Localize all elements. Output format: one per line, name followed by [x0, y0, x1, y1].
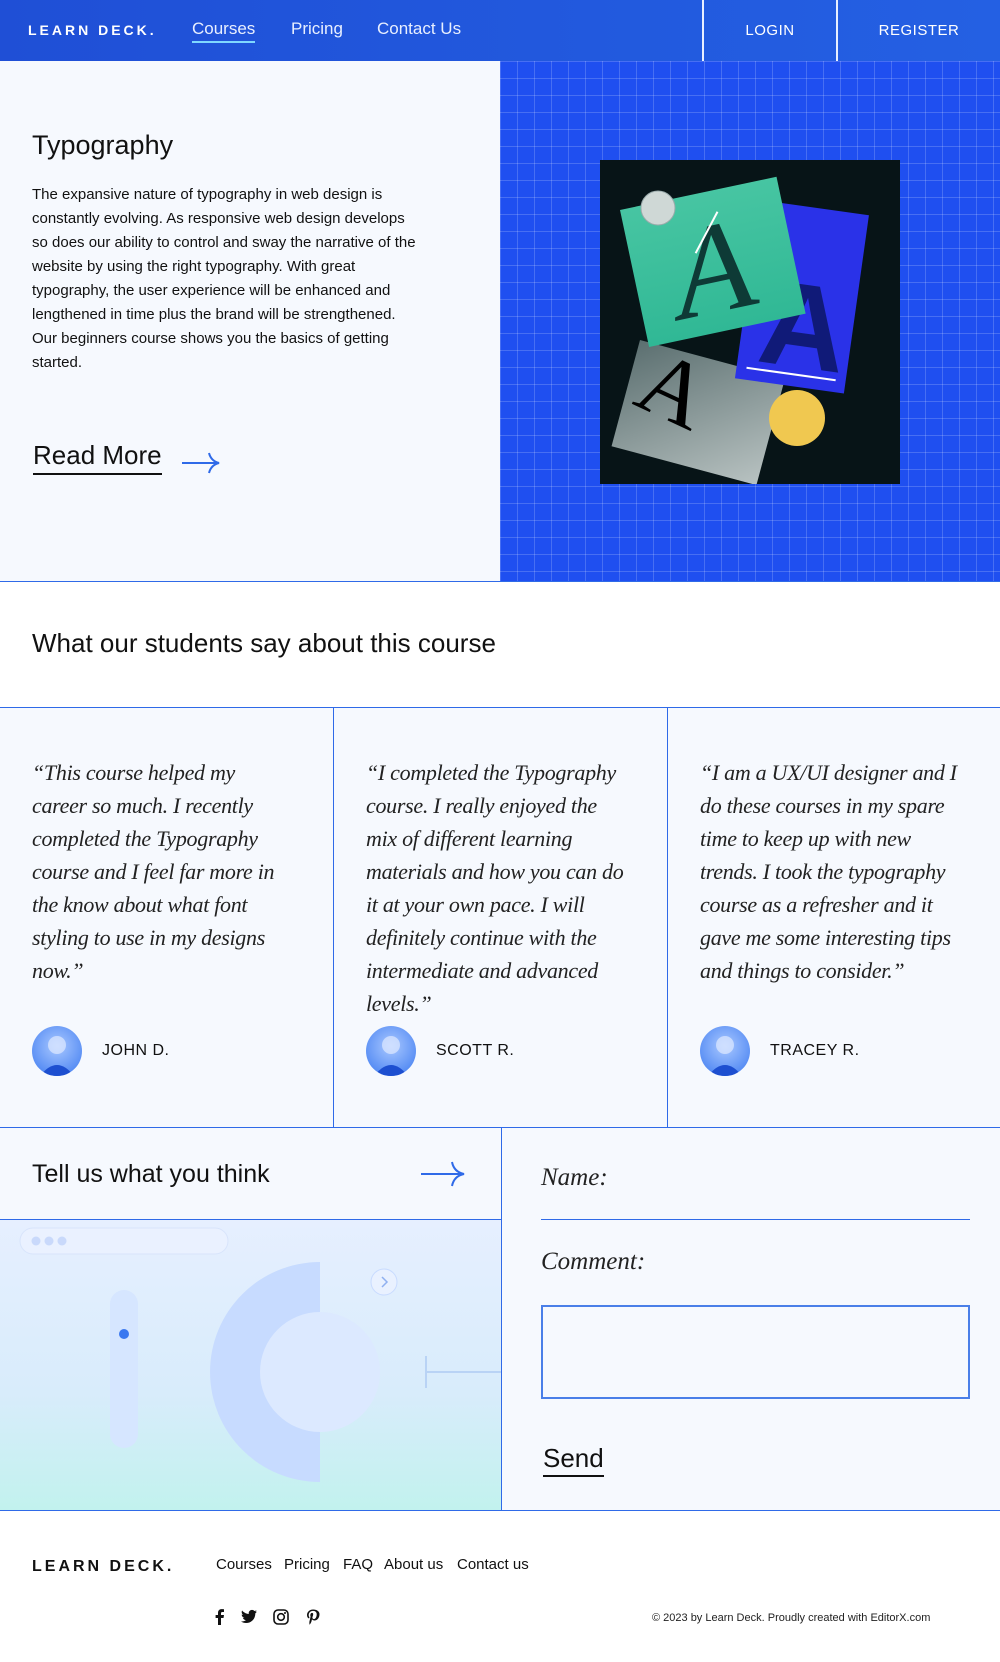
instagram-icon[interactable] [272, 1608, 290, 1626]
nav-courses[interactable]: Courses [192, 19, 256, 43]
avatar [700, 1026, 750, 1076]
testimonial-quote: “I completed the Typography course. I re… [366, 760, 624, 1016]
read-more-link[interactable]: Read More [33, 440, 162, 475]
arrow-right-icon[interactable] [181, 451, 221, 475]
feedback-panel: Tell us what you think [0, 1128, 502, 1511]
typography-artwork: A A A [600, 160, 900, 484]
comment-field[interactable] [541, 1305, 970, 1399]
name-label: Name: [541, 1164, 608, 1191]
testimonial-quote: “I am a UX/UI designer and I do these co… [700, 760, 957, 983]
avatar [366, 1026, 416, 1076]
testimonial-author: JOHN D. [102, 1042, 170, 1059]
avatar [32, 1026, 82, 1076]
facebook-icon[interactable] [211, 1608, 229, 1626]
footer-nav-courses[interactable]: Courses [216, 1556, 272, 1573]
pinterest-icon[interactable] [304, 1608, 322, 1626]
arrow-right-icon[interactable] [420, 1160, 466, 1188]
site-header: LEARN DECK. Courses Pricing Contact Us L… [0, 0, 1000, 61]
login-button[interactable]: LOGIN [702, 0, 836, 61]
copyright-text: © 2023 by Learn Deck. Proudly created wi… [652, 1612, 931, 1624]
nav-pricing[interactable]: Pricing [291, 19, 343, 39]
testimonials-title: What our students say about this course [32, 628, 496, 658]
testimonial-card: “I am a UX/UI designer and I do these co… [667, 708, 1000, 1128]
footer-nav-contact-us[interactable]: Contact us [457, 1556, 529, 1573]
feedback-title: Tell us what you think [32, 1160, 270, 1188]
logo[interactable]: LEARN DECK. [28, 22, 157, 38]
name-field[interactable] [541, 1219, 970, 1220]
feedback-form: Name: Comment: Send [502, 1128, 1000, 1511]
hero-description: The expansive nature of typography in we… [32, 186, 416, 371]
footer-logo[interactable]: LEARN DECK. [32, 1558, 174, 1576]
feedback-header: Tell us what you think [0, 1128, 501, 1220]
comment-label: Comment: [541, 1248, 646, 1275]
register-button[interactable]: REGISTER [836, 0, 1000, 61]
footer-nav-about-us[interactable]: About us [384, 1556, 443, 1573]
testimonial-card: “I completed the Typography course. I re… [333, 708, 666, 1128]
typography-illustration: A A A [600, 160, 900, 484]
feedback-illustration [0, 1220, 501, 1510]
send-button[interactable]: Send [543, 1443, 604, 1477]
footer-nav-faq[interactable]: FAQ [343, 1556, 373, 1573]
twitter-icon[interactable] [240, 1608, 258, 1626]
testimonial-card: “This course helped my career so much. I… [0, 708, 333, 1128]
footer-nav-pricing[interactable]: Pricing [284, 1556, 330, 1573]
testimonial-quote: “This course helped my career so much. I… [32, 760, 275, 983]
testimonials-row: “This course helped my career so much. I… [0, 707, 1000, 1128]
testimonial-author: TRACEY R. [770, 1042, 860, 1059]
hero-title: Typography [32, 130, 174, 160]
nav-contact-us[interactable]: Contact Us [377, 19, 461, 39]
testimonial-author: SCOTT R. [436, 1042, 515, 1059]
